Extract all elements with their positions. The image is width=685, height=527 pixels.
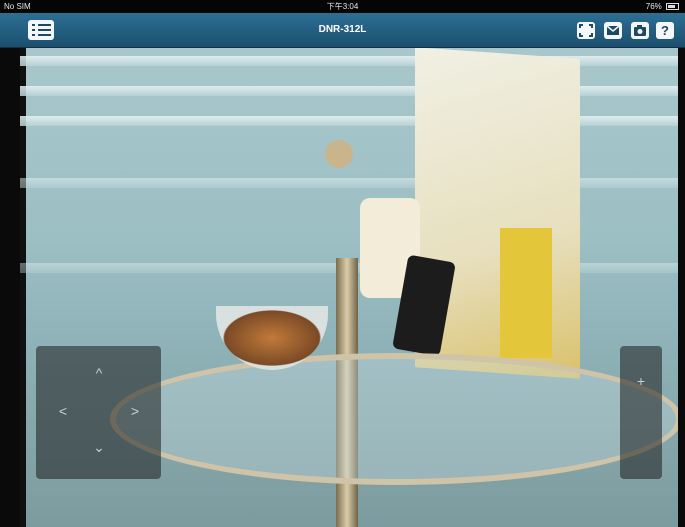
glass-table [110, 353, 678, 485]
battery-icon [666, 3, 679, 11]
camera-icon[interactable] [631, 22, 649, 39]
pan-up-button[interactable]: ^ [92, 366, 106, 380]
status-bar: No SIM 下午3:04 76% [0, 0, 685, 13]
ptz-direction-pad[interactable]: ^ < > ⌄ [36, 346, 161, 479]
battery-percent: 76% [645, 2, 662, 11]
battery-indicator: 76% [646, 0, 679, 13]
pan-down-button[interactable]: ⌄ [92, 440, 106, 454]
mail-icon[interactable] [604, 22, 622, 39]
zoom-pad[interactable]: + [620, 346, 662, 479]
app-header: DNR-312L ? [0, 13, 685, 48]
pan-right-button[interactable]: > [128, 404, 142, 418]
clock: 下午3:04 [326, 2, 359, 11]
pan-left-button[interactable]: < [56, 404, 70, 418]
zoom-in-button[interactable]: + [634, 374, 648, 388]
ornament [325, 140, 353, 168]
product-box-panel [500, 228, 552, 358]
camera-live-view[interactable]: ^ < > ⌄ + [20, 48, 678, 527]
help-icon[interactable]: ? [656, 22, 674, 39]
fullscreen-icon[interactable] [577, 22, 595, 39]
